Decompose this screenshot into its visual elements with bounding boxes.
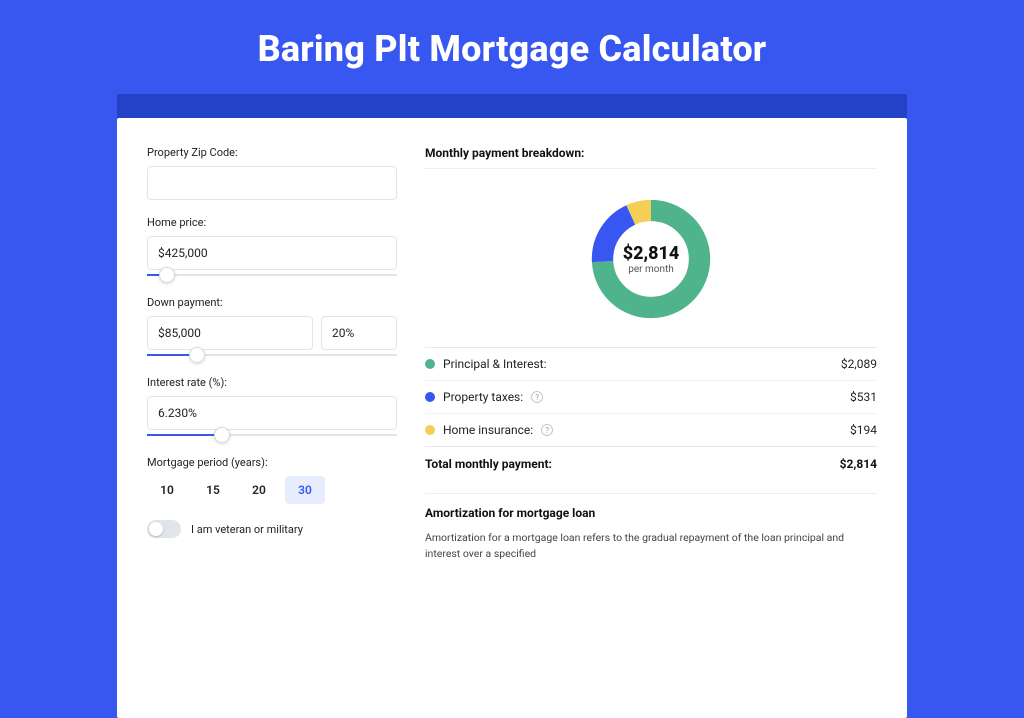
veteran-row: I am veteran or military <box>147 520 397 538</box>
input-panel: Property Zip Code: Home price: Down paym… <box>147 146 397 678</box>
legend-label: Home insurance: <box>443 423 533 437</box>
zip-field: Property Zip Code: <box>147 146 397 200</box>
breakdown-title: Monthly payment breakdown: <box>425 146 877 160</box>
legend-value: $531 <box>850 390 877 404</box>
donut-chart: $2,814 per month <box>587 195 715 323</box>
info-icon[interactable]: ? <box>531 391 543 403</box>
page-title: Baring Plt Mortgage Calculator <box>0 0 1024 94</box>
amortization-text: Amortization for a mortgage loan refers … <box>425 530 877 562</box>
toggle-knob <box>149 522 163 536</box>
interest-slider[interactable] <box>147 432 397 440</box>
zip-label: Property Zip Code: <box>147 146 397 159</box>
legend-dot-green <box>425 359 435 369</box>
period-field: Mortgage period (years): 10152030 <box>147 456 397 504</box>
amortization-title: Amortization for mortgage loan <box>425 493 877 520</box>
down-payment-input[interactable] <box>147 316 313 350</box>
interest-input[interactable] <box>147 396 397 430</box>
down-payment-pct-input[interactable] <box>321 316 397 350</box>
donut-chart-area: $2,814 per month <box>425 179 877 339</box>
legend: Principal & Interest: $2,089 Property taxe… <box>425 347 877 446</box>
home-price-slider[interactable] <box>147 272 397 280</box>
veteran-toggle[interactable] <box>147 520 181 538</box>
total-label: Total monthly payment: <box>425 457 552 471</box>
period-buttons: 10152030 <box>147 476 397 504</box>
interest-label: Interest rate (%): <box>147 376 397 389</box>
legend-row: Principal & Interest: $2,089 <box>425 347 877 380</box>
legend-dot-yellow <box>425 425 435 435</box>
period-btn-15[interactable]: 15 <box>193 476 233 504</box>
home-price-field: Home price: <box>147 216 397 280</box>
legend-row: Home insurance:? $194 <box>425 413 877 446</box>
period-label: Mortgage period (years): <box>147 456 397 469</box>
donut-amount: $2,814 <box>623 243 680 264</box>
down-payment-label: Down payment: <box>147 296 397 309</box>
legend-value: $2,089 <box>841 357 877 371</box>
info-icon[interactable]: ? <box>541 424 553 436</box>
slider-thumb[interactable] <box>189 347 205 363</box>
breakdown-panel: Monthly payment breakdown: $2,814 per mo… <box>425 146 877 678</box>
veteran-label: I am veteran or military <box>191 523 303 536</box>
slider-thumb[interactable] <box>159 267 175 283</box>
slider-thumb[interactable] <box>214 427 230 443</box>
divider <box>425 168 877 169</box>
calculator-card: Property Zip Code: Home price: Down paym… <box>117 118 907 718</box>
interest-field: Interest rate (%): <box>147 376 397 440</box>
period-btn-10[interactable]: 10 <box>147 476 187 504</box>
home-price-label: Home price: <box>147 216 397 229</box>
zip-input[interactable] <box>147 166 397 200</box>
home-price-input[interactable] <box>147 236 397 270</box>
period-btn-30[interactable]: 30 <box>285 476 325 504</box>
donut-sublabel: per month <box>628 264 674 275</box>
legend-row: Property taxes:? $531 <box>425 380 877 413</box>
legend-label: Property taxes: <box>443 390 523 404</box>
down-payment-slider[interactable] <box>147 352 397 360</box>
period-btn-20[interactable]: 20 <box>239 476 279 504</box>
down-payment-field: Down payment: <box>147 296 397 360</box>
legend-value: $194 <box>850 423 877 437</box>
total-value: $2,814 <box>840 457 877 471</box>
total-row: Total monthly payment: $2,814 <box>425 446 877 487</box>
legend-dot-blue <box>425 392 435 402</box>
legend-label: Principal & Interest: <box>443 357 547 371</box>
